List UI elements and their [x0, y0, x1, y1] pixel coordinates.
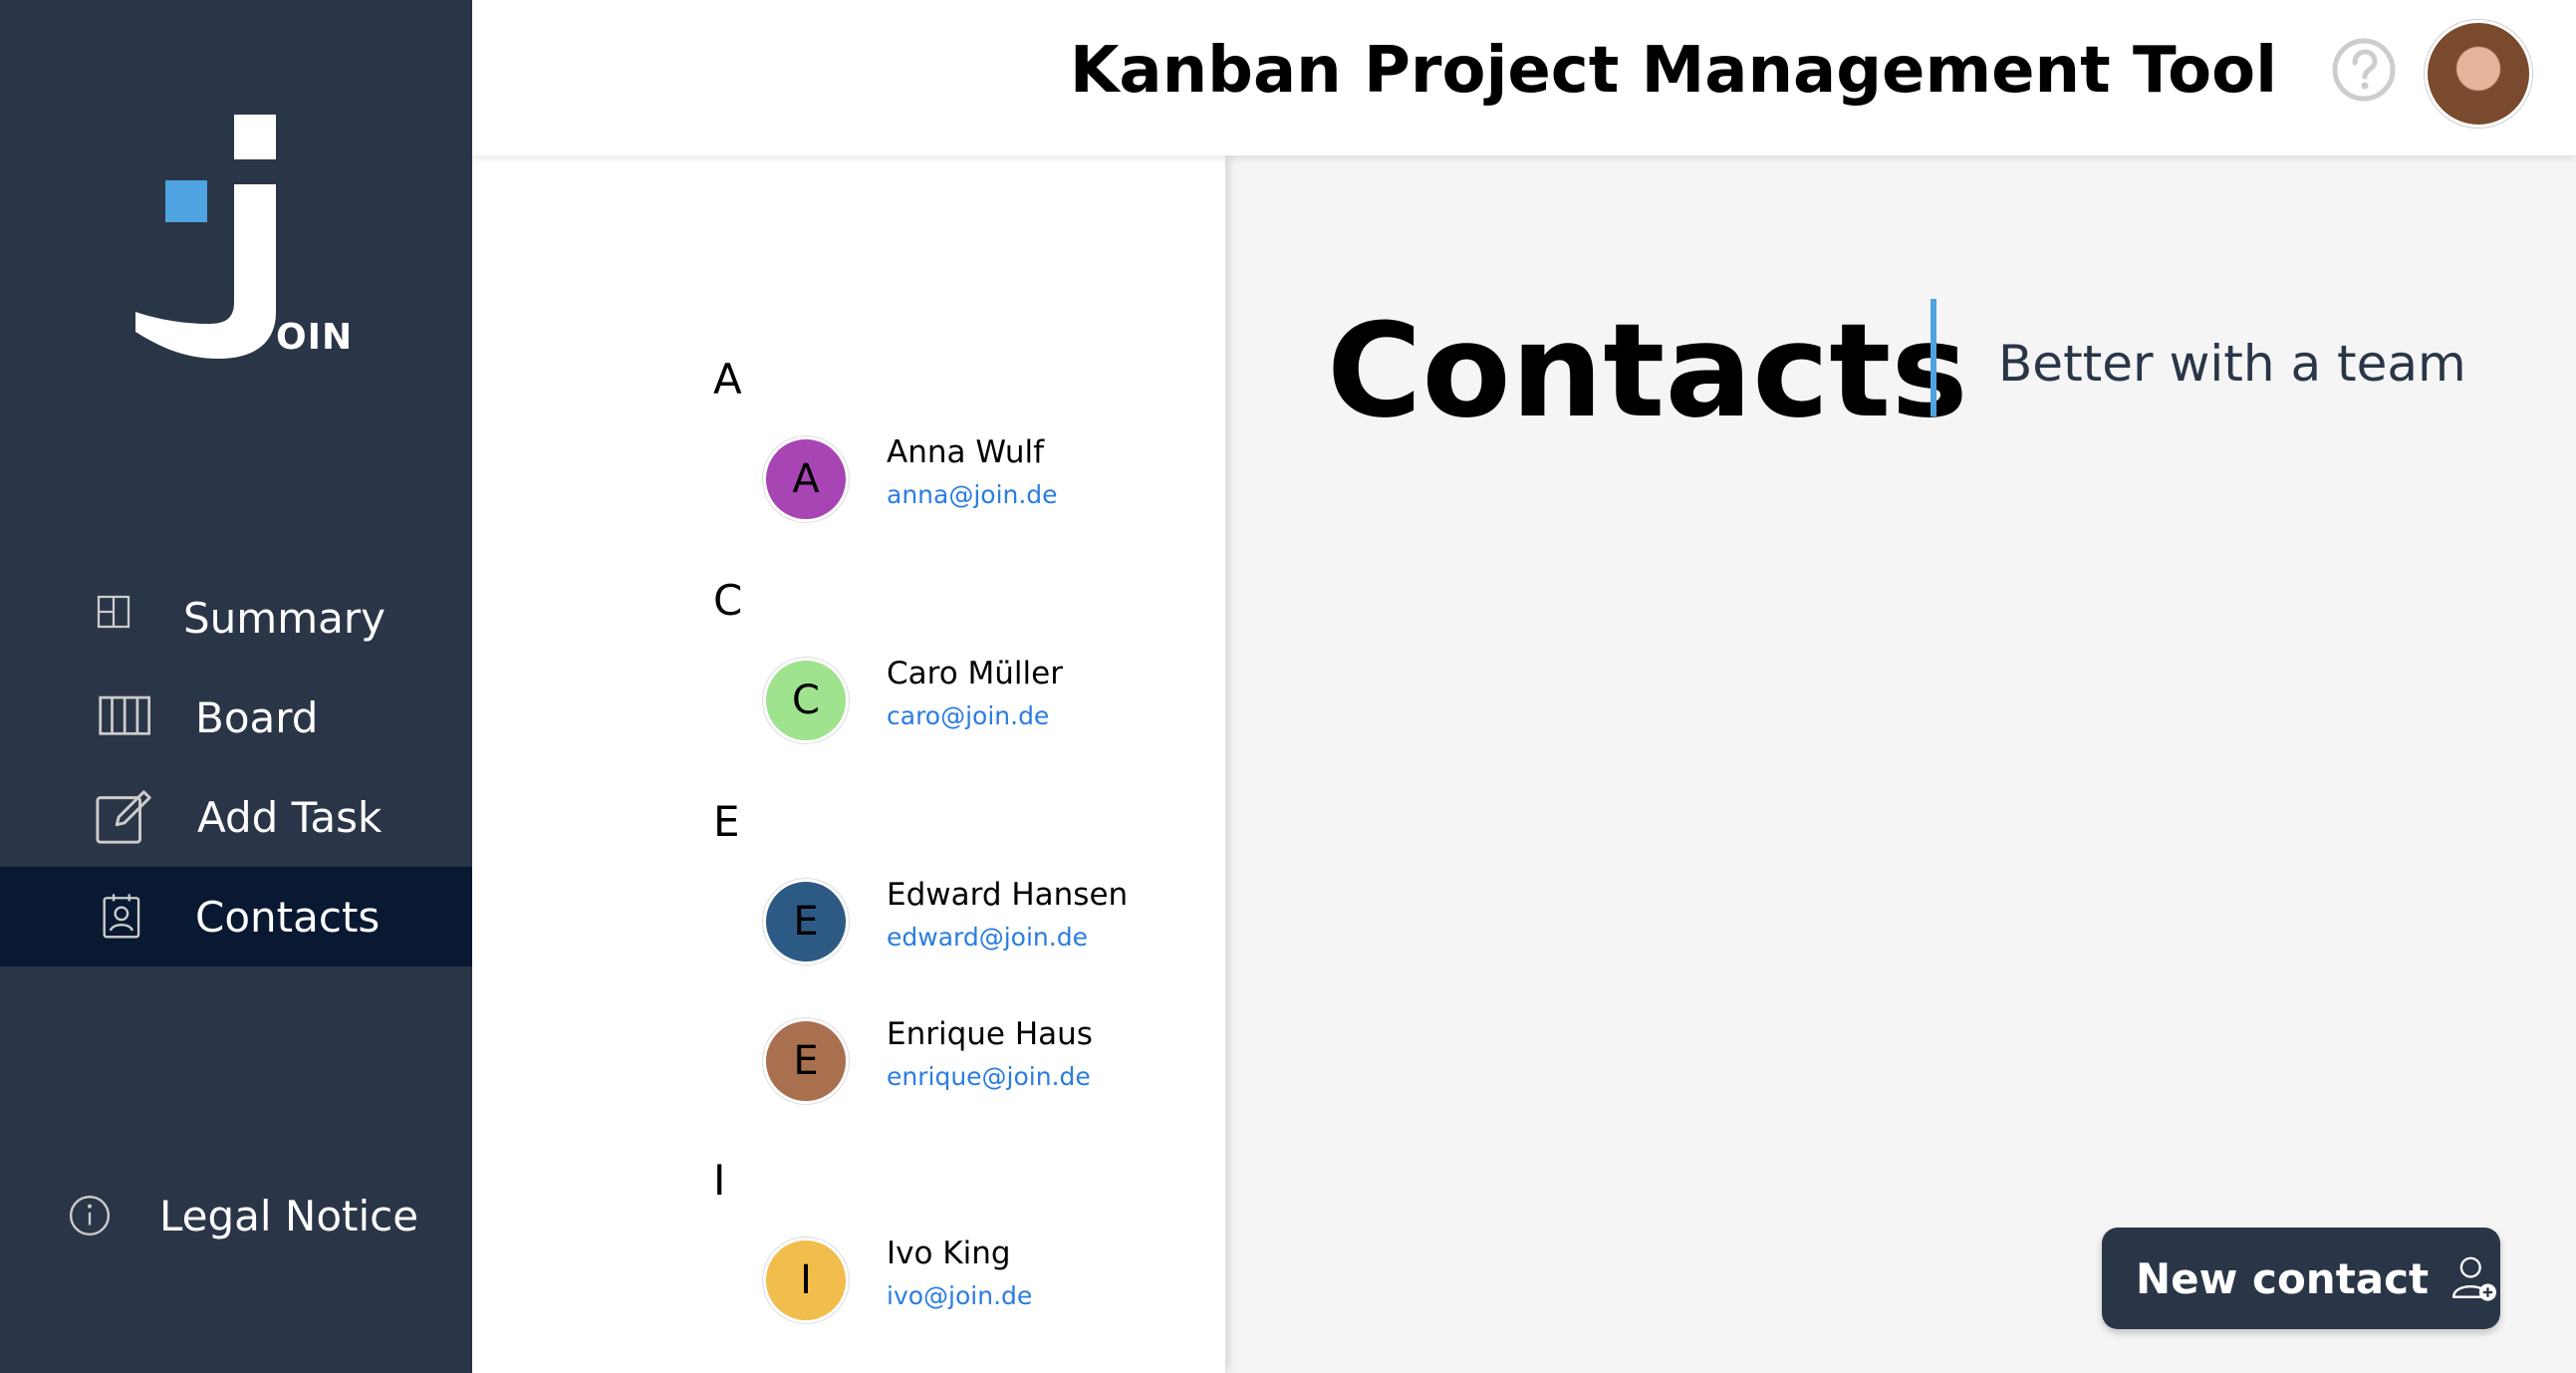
new-contact-label: New contact: [2136, 1253, 2430, 1303]
contact-email[interactable]: enrique@join.de: [887, 1062, 1091, 1091]
contacts-icon: [103, 894, 140, 939]
header-title: Kanban Project Management Tool: [1069, 34, 2277, 108]
contact-name: Caro Müller: [887, 656, 1063, 691]
contact-avatar: A: [763, 436, 849, 522]
contact-email[interactable]: anna@join.de: [887, 480, 1058, 509]
help-icon[interactable]: [2331, 37, 2397, 103]
sidebar-item-board[interactable]: Board: [0, 668, 472, 767]
top-header: Kanban Project Management Tool: [472, 0, 2576, 155]
group-letter: C: [713, 576, 743, 625]
page-title: Contacts: [1327, 295, 1968, 446]
sidebar-item-label: Contacts: [195, 892, 381, 942]
contact-avatar: C: [763, 658, 849, 743]
title-divider: [1931, 299, 1936, 416]
new-contact-button[interactable]: New contact: [2102, 1228, 2500, 1329]
info-icon: [69, 1195, 111, 1236]
page-subtitle: Better with a team: [1998, 335, 2466, 393]
add-person-icon: [2452, 1256, 2497, 1301]
contact-email[interactable]: caro@join.de: [887, 701, 1049, 730]
sidebar: OIN Summary Board Add Task Contacts Lega…: [0, 0, 472, 1373]
sidebar-item-label: Board: [195, 692, 319, 742]
legal-notice-label: Legal Notice: [159, 1191, 419, 1240]
sidebar-item-label: Summary: [183, 593, 386, 643]
summary-icon: [97, 595, 130, 629]
sidebar-item-summary[interactable]: Summary: [0, 568, 472, 668]
group-letter: A: [713, 355, 742, 404]
contact-email[interactable]: edward@join.de: [887, 923, 1088, 952]
contact-item-edward[interactable]: E Edward Hansen edward@join.de: [763, 877, 1201, 978]
group-letter: E: [713, 797, 740, 846]
group-letter: I: [713, 1156, 726, 1205]
board-icon: [99, 695, 151, 735]
sidebar-item-label: Add Task: [197, 792, 383, 842]
contact-name: Edward Hansen: [887, 877, 1129, 913]
contact-name: Anna Wulf: [887, 434, 1045, 470]
contact-list: A A Anna Wulf anna@join.de C C Caro Müll…: [472, 155, 1225, 1373]
contact-email[interactable]: ivo@join.de: [887, 1281, 1032, 1310]
user-avatar[interactable]: [2425, 20, 2532, 128]
logo-text: OIN: [276, 317, 354, 358]
sidebar-item-add-task[interactable]: Add Task: [0, 767, 472, 867]
contact-item-anna[interactable]: A Anna Wulf anna@join.de: [763, 434, 1201, 536]
contact-item-caro[interactable]: C Caro Müller caro@join.de: [763, 656, 1201, 757]
contact-item-ivo[interactable]: I Ivo King ivo@join.de: [763, 1236, 1201, 1337]
contact-item-enrique[interactable]: E Enrique Haus enrique@join.de: [763, 1016, 1201, 1118]
add-task-icon: [96, 790, 151, 844]
sidebar-item-contacts[interactable]: Contacts: [0, 867, 472, 966]
contact-name: Ivo King: [887, 1236, 1011, 1271]
contact-avatar: E: [763, 879, 849, 964]
contact-name: Enrique Haus: [887, 1016, 1093, 1052]
contact-avatar: E: [763, 1018, 849, 1104]
legal-notice-link[interactable]: Legal Notice: [0, 1166, 472, 1265]
contact-avatar: I: [763, 1237, 849, 1323]
